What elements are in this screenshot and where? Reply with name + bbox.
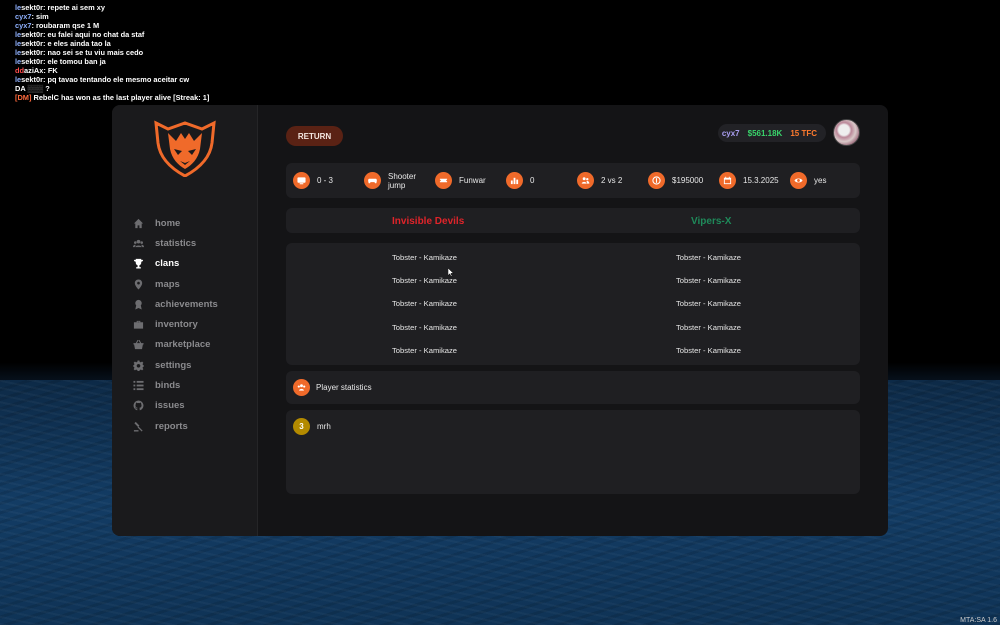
sidebar-item-label: home: [155, 217, 181, 229]
sidebar-item-label: reports: [155, 420, 188, 432]
version-watermark: MTA:SA 1.6: [960, 617, 997, 624]
list-icon: [132, 380, 144, 392]
rounds-info: 0: [506, 163, 534, 198]
list-item: Tobster - Kamikaze: [676, 276, 741, 286]
username: cyx7: [721, 128, 740, 138]
gear-icon: [132, 359, 144, 371]
money-balance: $561.18K: [747, 128, 783, 138]
main-panel: home statistics clans maps achievements …: [112, 105, 888, 536]
list-item: Tobster - Kamikaze: [676, 345, 741, 355]
chat-box: lesekt0r: repete ai sem xy cyx7: sim cyx…: [15, 3, 209, 102]
team-b-name[interactable]: Vipers-X: [691, 216, 731, 227]
date-info: 15.3.2025: [719, 163, 779, 198]
ticket-icon: [435, 172, 452, 189]
list-item: Tobster - Kamikaze: [676, 322, 741, 332]
score-info: 0 - 3: [293, 163, 333, 198]
trophy-icon: [132, 258, 144, 270]
teams-header: Invisible Devils Vipers-X: [286, 208, 860, 233]
award-icon: [132, 298, 144, 310]
scoreboard-icon: [293, 172, 310, 189]
avatar[interactable]: [833, 119, 860, 146]
list-item: Tobster - Kamikaze: [392, 299, 457, 309]
list-item: Tobster - Kamikaze: [676, 299, 741, 309]
list-item: Tobster - Kamikaze: [676, 253, 741, 262]
chat-line: DA ▒▒▒ ?: [15, 84, 50, 93]
chat-line: lesekt0r: eu falei aqui no chat da staf: [15, 30, 145, 39]
team-b-roster: Tobster - Kamikaze Tobster - Kamikaze To…: [676, 253, 741, 369]
clan-war-content: RETURN cyx7 $561.18K 15 TFC 0 - 3 Shoote…: [286, 105, 860, 536]
chat-line: [DM] RebelC has won as the last player a…: [15, 93, 210, 102]
chat-line: lesekt0r: nao sei se tu viu mais cedo: [15, 48, 144, 57]
sidebar-item-maps[interactable]: maps: [132, 274, 218, 294]
sidebar-item-inventory[interactable]: inventory: [132, 314, 218, 334]
roster-panel: Tobster - Kamikaze Tobster - Kamikaze To…: [286, 243, 860, 365]
sidebar-item-statistics[interactable]: statistics: [132, 233, 218, 253]
format-info: 2 vs 2: [577, 163, 622, 198]
basket-icon: [132, 339, 144, 351]
player-statistics-list: 3 mrh: [286, 410, 860, 494]
player-statistics-label: Player statistics: [316, 383, 372, 392]
map-pin-icon: [132, 278, 144, 290]
chat-line: cyx7: sim: [15, 12, 49, 21]
user-info-pill: cyx7 $561.18K 15 TFC: [717, 124, 826, 142]
sidebar-item-label: issues: [155, 400, 185, 412]
sidebar-item-home[interactable]: home: [132, 213, 218, 233]
sidebar-item-clans[interactable]: clans: [132, 254, 218, 274]
chat-line: lesekt0r: ele tomou ban ja: [15, 57, 106, 66]
users-icon: [132, 237, 144, 249]
player-statistics-header[interactable]: Player statistics: [286, 371, 860, 404]
briefcase-icon: [132, 319, 144, 331]
bar-chart-icon: [506, 172, 523, 189]
sidebar-item-label: settings: [155, 359, 192, 371]
eye-icon: [790, 172, 807, 189]
chat-line: lesekt0r: e eles ainda tao la: [15, 39, 111, 48]
sidebar-item-label: maps: [155, 278, 180, 290]
sidebar-item-reports[interactable]: reports: [132, 416, 218, 436]
sidebar-item-label: inventory: [155, 319, 198, 331]
return-button[interactable]: RETURN: [286, 126, 343, 146]
player-name: mrh: [317, 422, 331, 431]
gamepad-icon: [364, 172, 381, 189]
sidebar-item-settings[interactable]: settings: [132, 355, 218, 375]
chat-line: cyx7: roubaram qse 1 M: [15, 21, 100, 30]
sidebar-item-label: achievements: [155, 298, 218, 310]
team-icon: [577, 172, 594, 189]
list-item: Tobster - Kamikaze: [392, 276, 457, 286]
mouse-cursor-icon: [448, 268, 454, 277]
sidebar-item-issues[interactable]: issues: [132, 396, 218, 416]
sidebar-item-binds[interactable]: binds: [132, 375, 218, 395]
sidebar: home statistics clans maps achievements …: [112, 105, 258, 536]
report-icon: [132, 420, 144, 432]
visibility-info: yes: [790, 163, 826, 198]
list-item: Tobster - Kamikaze: [392, 322, 457, 332]
chat-line: lesekt0r: repete ai sem xy: [15, 3, 105, 12]
list-item: Tobster - Kamikaze: [392, 345, 457, 355]
sidebar-item-label: statistics: [155, 237, 197, 249]
player-row[interactable]: 3 mrh: [293, 418, 331, 435]
sidebar-nav: home statistics clans maps achievements …: [132, 213, 218, 436]
team-a-name[interactable]: Invisible Devils: [392, 216, 464, 227]
wolf-logo-icon: [154, 120, 216, 177]
chat-line: lesekt0r: pq tavao tentando ele mesmo ac…: [15, 75, 190, 84]
sidebar-item-label: marketplace: [155, 339, 211, 351]
tfc-balance: 15 TFC: [790, 128, 817, 138]
chat-line: ddaziAx: FK: [15, 66, 58, 75]
match-info-bar: 0 - 3 Shooter jump Funwar 0 2 vs 2 $19500…: [286, 163, 860, 198]
sidebar-item-label: binds: [155, 380, 181, 392]
sidebar-item-marketplace[interactable]: marketplace: [132, 335, 218, 355]
sidebar-item-label: clans: [155, 258, 180, 270]
home-icon: [132, 217, 144, 229]
sidebar-item-achievements[interactable]: achievements: [132, 294, 218, 314]
money-icon: [648, 172, 665, 189]
users-icon: [293, 379, 310, 396]
rank-badge: 3: [293, 418, 310, 435]
prize-info: $195000: [648, 163, 703, 198]
calendar-icon: [719, 172, 736, 189]
type-info: Funwar: [435, 163, 486, 198]
github-icon: [132, 400, 144, 412]
mode-info: Shooter jump: [364, 163, 416, 198]
